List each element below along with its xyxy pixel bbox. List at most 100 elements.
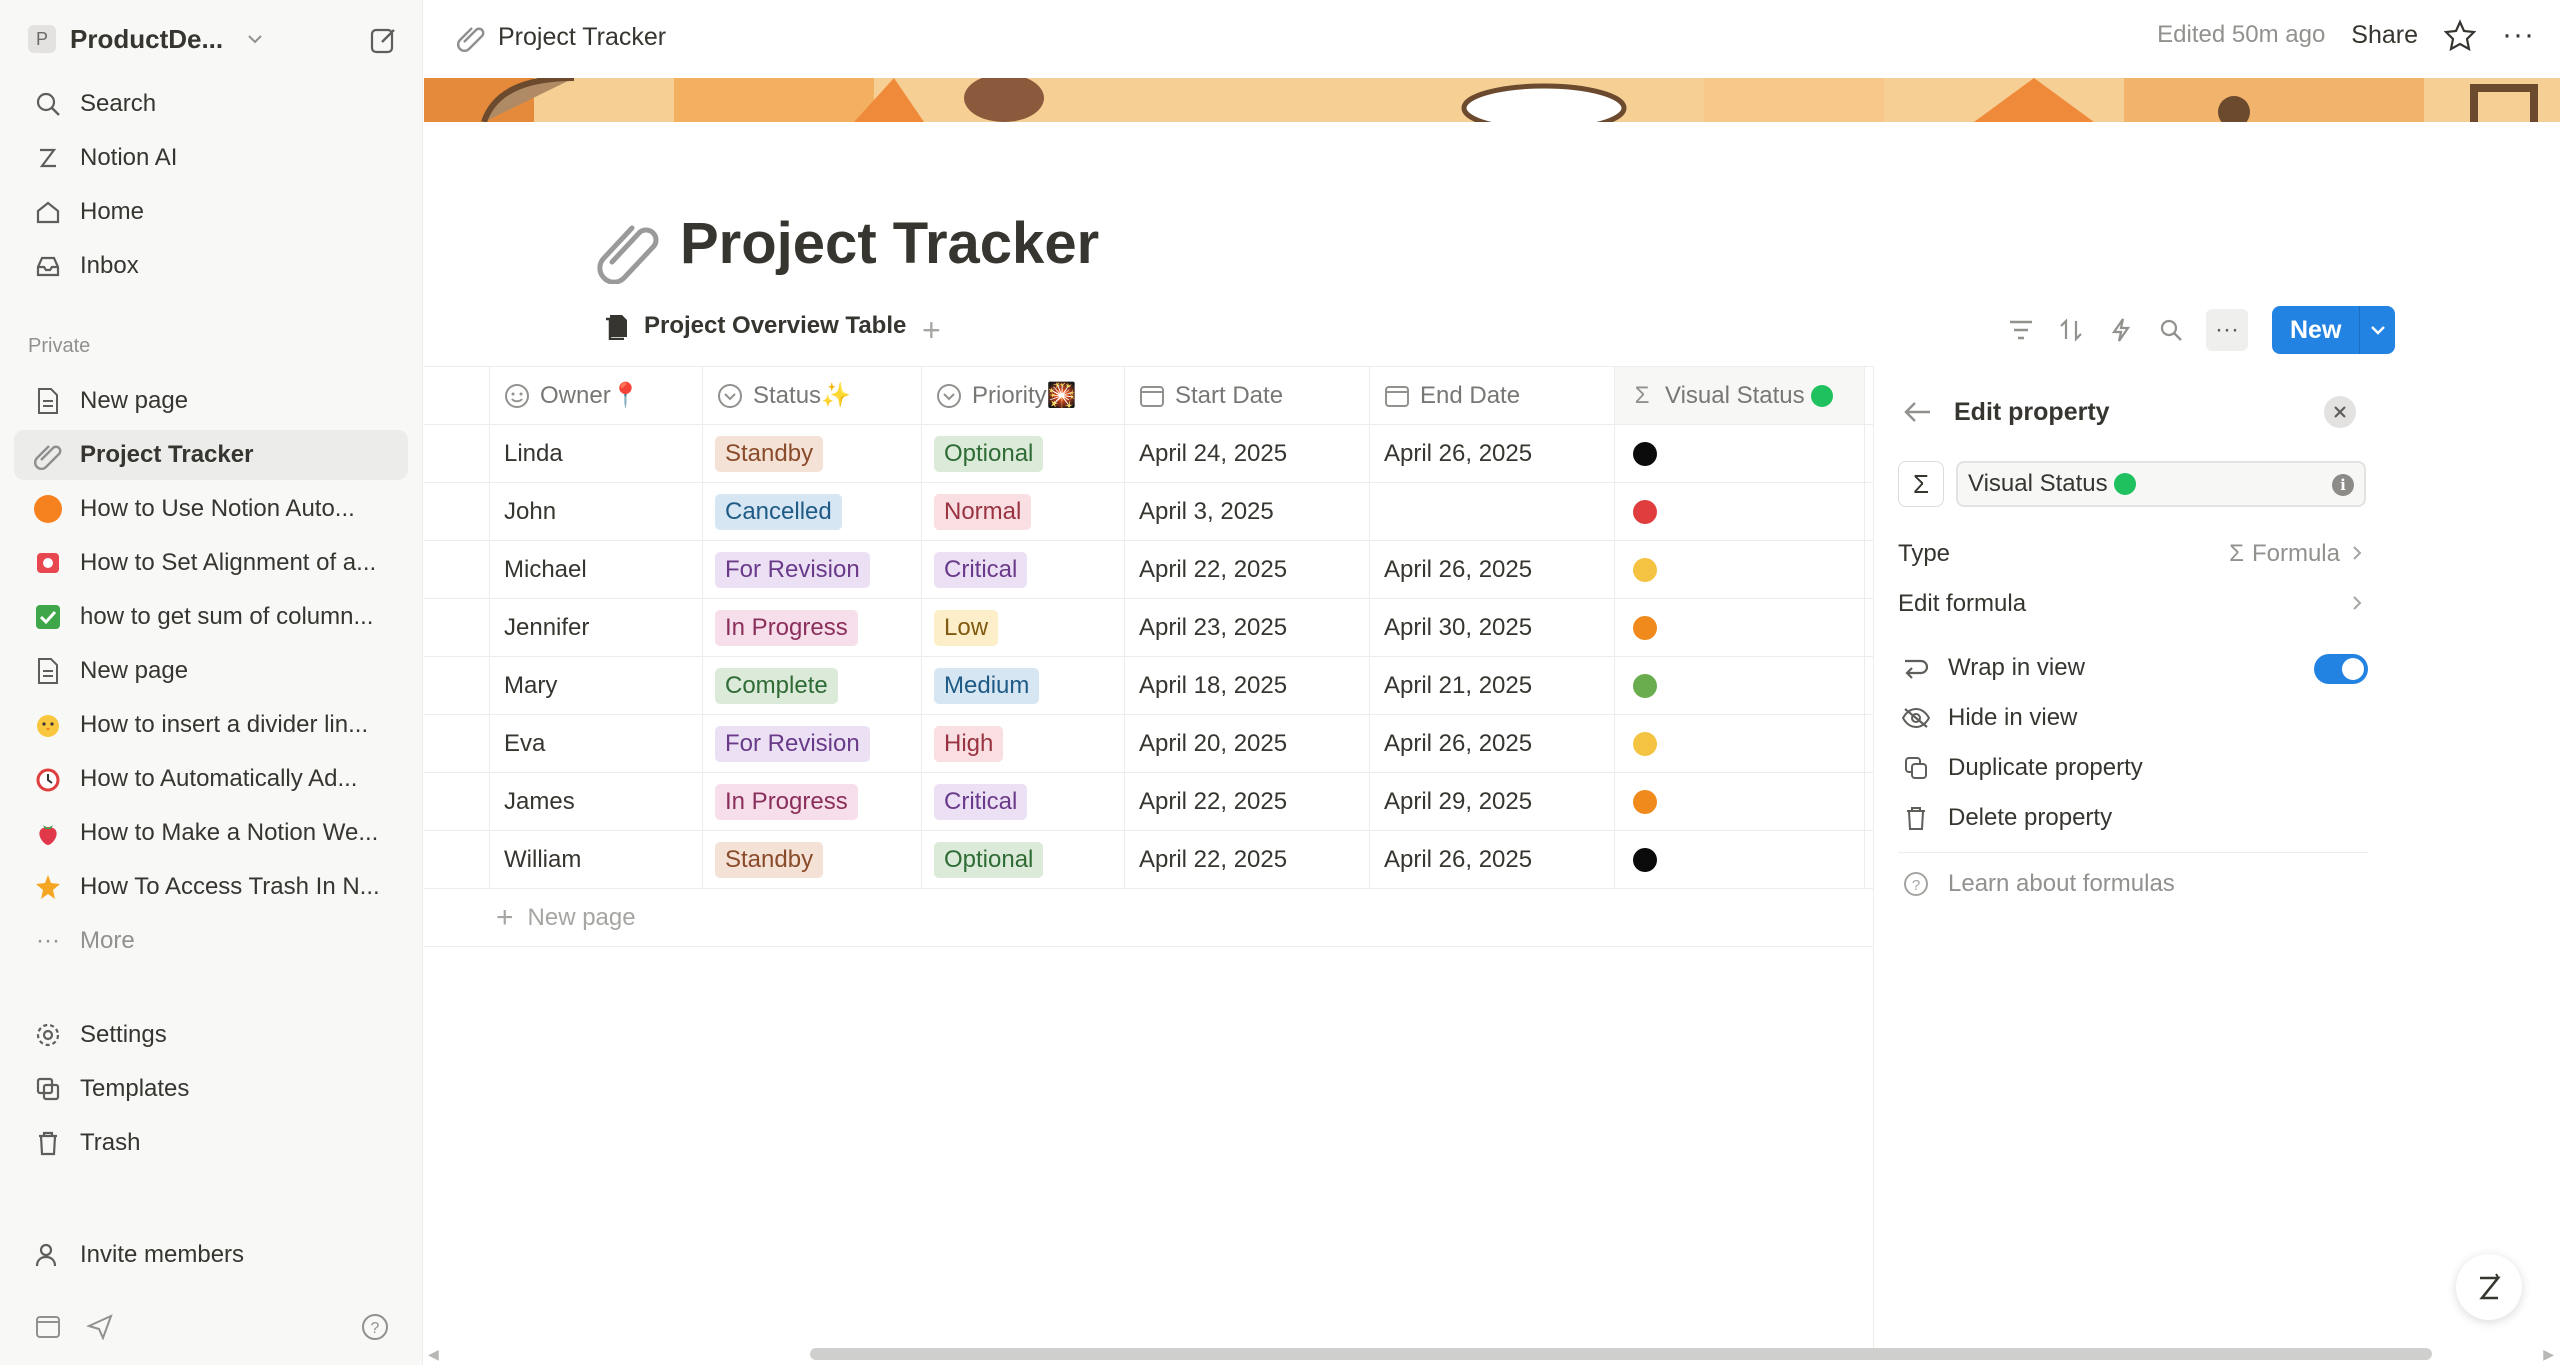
table-row[interactable]: Mary Complete Medium April 18, 2025 April 21… (424, 657, 1874, 715)
info-icon[interactable]: i (2332, 474, 2354, 496)
sidebar-item-notion-website[interactable]: How to Make a Notion We... (14, 808, 408, 858)
sort-icon[interactable] (2056, 315, 2086, 345)
status-cell[interactable]: Cancelled (703, 483, 922, 541)
visual-status-cell[interactable] (1615, 715, 1865, 773)
end-date-cell[interactable]: April 26, 2025 (1370, 715, 1615, 773)
end-date-cell[interactable] (1370, 483, 1615, 541)
start-date-cell[interactable]: April 18, 2025 (1125, 657, 1370, 715)
end-date-cell[interactable]: April 30, 2025 (1370, 599, 1615, 657)
start-date-cell[interactable]: April 3, 2025 (1125, 483, 1370, 541)
column-header-end-date[interactable]: End Date (1370, 367, 1615, 424)
new-page-compose-icon[interactable] (368, 24, 400, 56)
end-date-cell[interactable]: April 26, 2025 (1370, 831, 1615, 889)
status-cell[interactable]: For Revision (703, 541, 922, 599)
status-cell[interactable]: In Progress (703, 599, 922, 657)
send-icon[interactable] (86, 1312, 114, 1340)
visual-status-cell[interactable] (1615, 599, 1865, 657)
priority-cell[interactable]: High (922, 715, 1125, 773)
table-row[interactable]: William Standby Optional April 22, 2025 Apri… (424, 831, 1874, 889)
wrap-in-view-row[interactable]: Wrap in view (1898, 646, 2368, 690)
table-row[interactable]: Michael For Revision Critical April 22, 202… (424, 541, 1874, 599)
owner-cell[interactable]: Jennifer (490, 599, 703, 657)
column-header-status[interactable]: Status✨ (703, 367, 922, 424)
priority-cell[interactable]: Normal (922, 483, 1125, 541)
status-cell[interactable]: In Progress (703, 773, 922, 831)
end-date-cell[interactable]: April 21, 2025 (1370, 657, 1615, 715)
sidebar-item-project-tracker[interactable]: Project Tracker (14, 430, 408, 480)
close-icon[interactable] (2324, 396, 2356, 428)
tab-project-overview-table[interactable]: Project Overview Table (604, 312, 906, 340)
workspace-switcher[interactable]: P ProductDe... (28, 22, 400, 56)
sidebar-item-templates[interactable]: Templates (14, 1064, 408, 1114)
priority-cell[interactable]: Optional (922, 831, 1125, 889)
sidebar-item-search[interactable]: Search (14, 79, 408, 129)
visual-status-cell[interactable] (1615, 483, 1865, 541)
table-row[interactable]: James In Progress Critical April 22, 2025 Ap… (424, 773, 1874, 831)
priority-cell[interactable]: Critical (922, 541, 1125, 599)
priority-cell[interactable]: Critical (922, 773, 1125, 831)
table-row[interactable]: John Cancelled Normal April 3, 2025 (424, 483, 1874, 541)
sidebar-item-alignment[interactable]: How to Set Alignment of a... (14, 538, 408, 588)
status-cell[interactable]: Standby (703, 831, 922, 889)
share-button[interactable]: Share (2351, 21, 2418, 50)
paperclip-icon[interactable] (594, 214, 664, 284)
table-row[interactable]: Eva For Revision High April 20, 2025 April 2… (424, 715, 1874, 773)
back-arrow-icon[interactable] (1904, 400, 1932, 424)
start-date-cell[interactable]: April 20, 2025 (1125, 715, 1370, 773)
more-options-icon[interactable]: ··· (2206, 309, 2248, 351)
sidebar-item-trash[interactable]: Trash (14, 1118, 408, 1168)
sidebar-item-settings[interactable]: Settings (14, 1010, 408, 1060)
help-icon[interactable]: ? (360, 1312, 390, 1342)
page-title[interactable]: Project Tracker (680, 210, 1099, 277)
sidebar-item-home[interactable]: Home (14, 187, 408, 237)
start-date-cell[interactable]: April 22, 2025 (1125, 773, 1370, 831)
sidebar-item-access-trash[interactable]: How To Access Trash In N... (14, 862, 408, 912)
property-type-row[interactable]: Type Σ Formula (1898, 532, 2368, 576)
property-name-input[interactable]: Visual Status i (1956, 461, 2366, 507)
visual-status-cell[interactable] (1615, 657, 1865, 715)
sidebar-item-inbox[interactable]: Inbox (14, 241, 408, 291)
automation-bolt-icon[interactable] (2106, 315, 2136, 345)
sidebar-item-new-page-2[interactable]: New page (14, 646, 408, 696)
status-cell[interactable]: For Revision (703, 715, 922, 773)
sidebar-item-more[interactable]: ··· More (14, 916, 408, 966)
column-header-visual-status[interactable]: Σ Visual Status (1615, 367, 1865, 424)
column-header-priority[interactable]: Priority🎇 (922, 367, 1125, 424)
scroll-right-icon[interactable]: ▶ (2543, 1346, 2554, 1363)
start-date-cell[interactable]: April 23, 2025 (1125, 599, 1370, 657)
priority-cell[interactable]: Medium (922, 657, 1125, 715)
property-type-icon-button[interactable]: Σ (1898, 461, 1944, 507)
start-date-cell[interactable]: April 22, 2025 (1125, 541, 1370, 599)
end-date-cell[interactable]: April 26, 2025 (1370, 541, 1615, 599)
sidebar-item-sum-column[interactable]: how to get sum of column... (14, 592, 408, 642)
end-date-cell[interactable]: April 26, 2025 (1370, 425, 1615, 483)
owner-cell[interactable]: William (490, 831, 703, 889)
priority-cell[interactable]: Low (922, 599, 1125, 657)
owner-cell[interactable]: James (490, 773, 703, 831)
horizontal-scrollbar[interactable]: ◀ ▶ (424, 1344, 2560, 1364)
duplicate-property-row[interactable]: Duplicate property (1898, 746, 2368, 790)
chevron-down-icon[interactable] (245, 29, 265, 49)
filter-icon[interactable] (2006, 315, 2036, 345)
column-header-owner[interactable]: Owner📍 (490, 367, 703, 424)
new-button[interactable]: New (2272, 306, 2360, 354)
visual-status-cell[interactable] (1615, 425, 1865, 483)
end-date-cell[interactable]: April 29, 2025 (1370, 773, 1615, 831)
priority-cell[interactable]: Optional (922, 425, 1125, 483)
star-icon[interactable] (2444, 19, 2477, 51)
breadcrumb[interactable]: Project Tracker (456, 22, 666, 52)
add-new-page-row[interactable]: + New page (424, 889, 1874, 947)
hide-in-view-row[interactable]: Hide in view (1898, 696, 2368, 740)
scroll-left-icon[interactable]: ◀ (428, 1346, 439, 1363)
column-header-start-date[interactable]: Start Date (1125, 367, 1370, 424)
owner-cell[interactable]: Eva (490, 715, 703, 773)
table-row[interactable]: Jennifer In Progress Low April 23, 2025 Apri… (424, 599, 1874, 657)
learn-formulas-link[interactable]: ? Learn about formulas (1898, 862, 2368, 906)
sidebar-item-invite-members[interactable]: Invite members (14, 1230, 408, 1280)
edit-formula-row[interactable]: Edit formula (1898, 582, 2368, 626)
more-options-icon[interactable]: ··· (2502, 18, 2535, 52)
start-date-cell[interactable]: April 22, 2025 (1125, 831, 1370, 889)
wrap-toggle[interactable] (2314, 654, 2368, 684)
chevron-down-icon[interactable] (2359, 306, 2396, 354)
status-cell[interactable]: Standby (703, 425, 922, 483)
